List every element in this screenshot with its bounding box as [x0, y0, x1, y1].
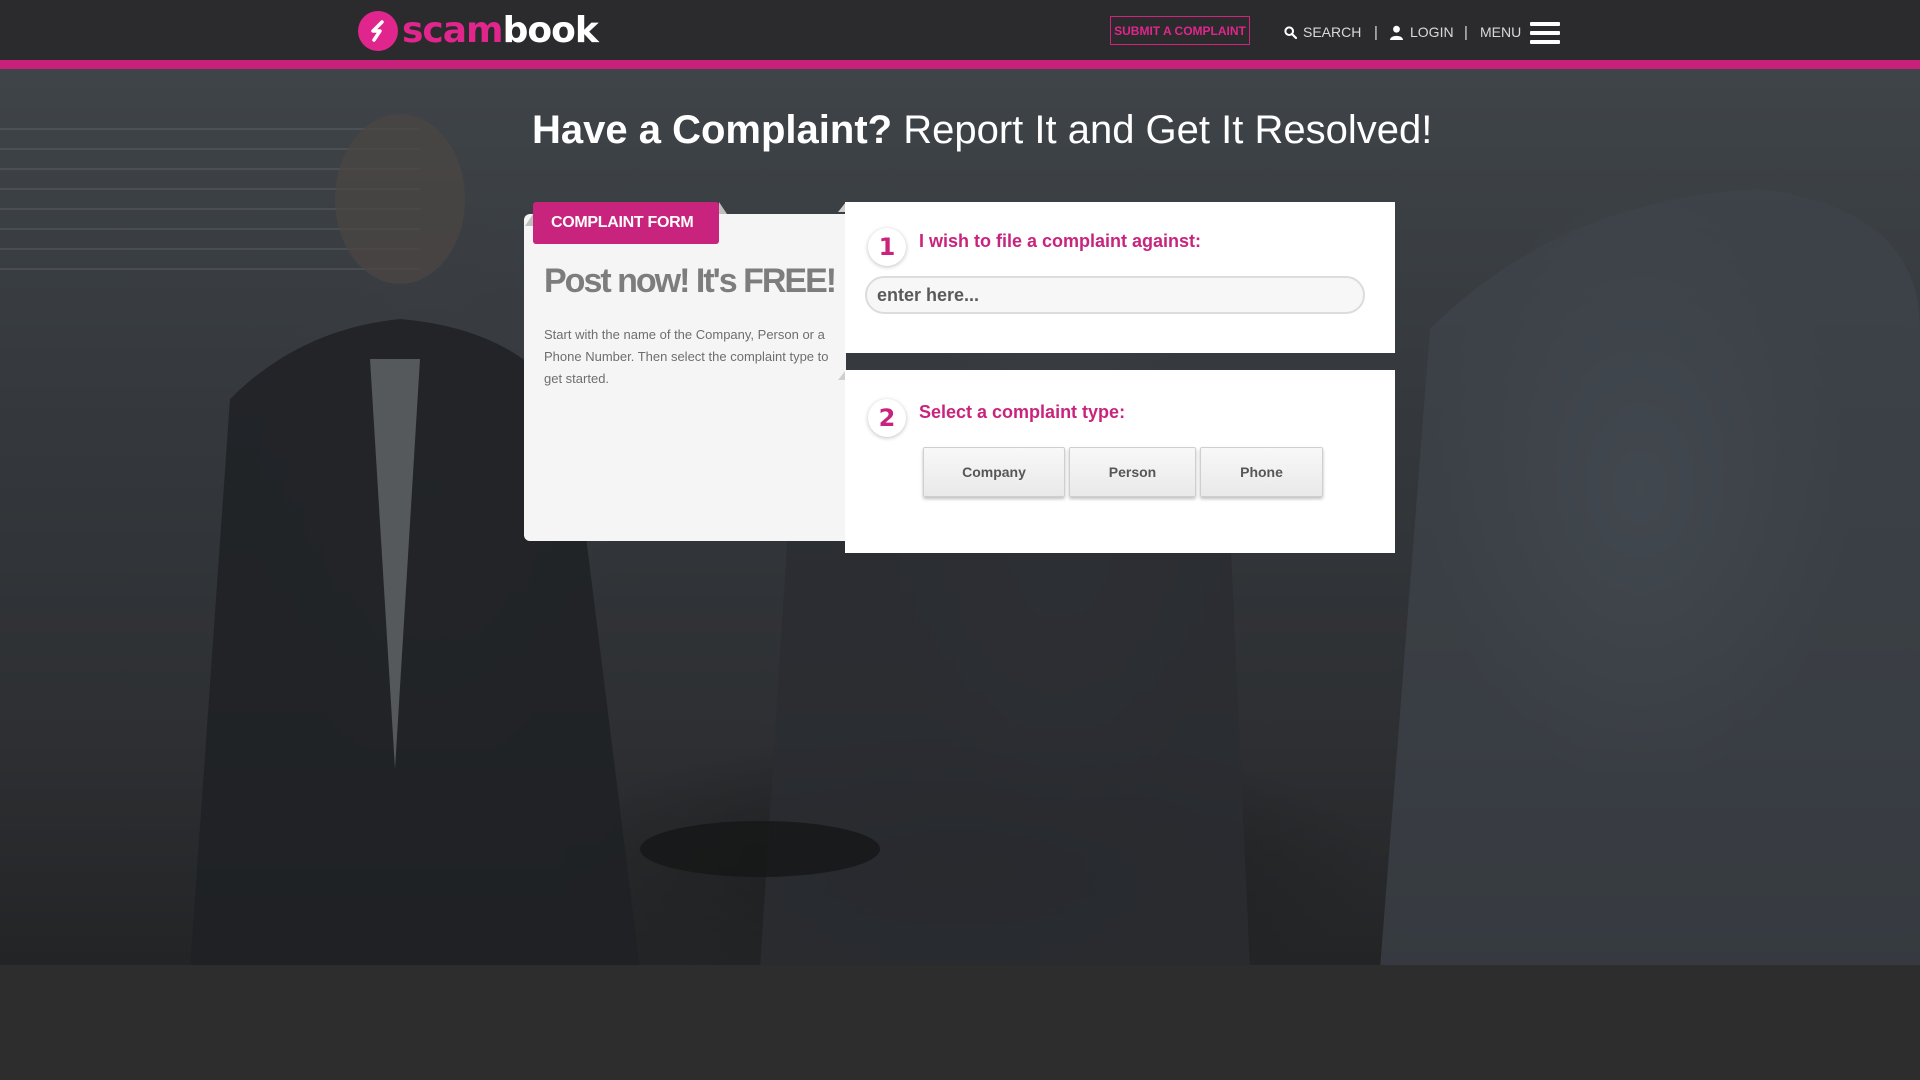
nav-separator: |: [1464, 23, 1468, 41]
step1-number-badge: 1: [868, 228, 906, 266]
step1-label: I wish to file a complaint against:: [919, 231, 1202, 251]
search-link[interactable]: SEARCH: [1284, 18, 1361, 46]
tab-fold-decoration: [719, 202, 727, 214]
headline-bold: Have a Complaint?: [532, 108, 893, 152]
nav-separator: |: [1374, 23, 1378, 41]
logo-wordmark: scambook: [402, 10, 599, 51]
top-navigation-bar: scambook SUBMIT A COMPLAINT SEARCH | LOG…: [0, 0, 1920, 60]
page-footer: [0, 965, 1920, 1080]
header-accent-stripe: [0, 60, 1920, 69]
step2-number-badge: 2: [868, 399, 906, 437]
intro-description: Start with the name of the Company, Pers…: [544, 327, 829, 386]
hamburger-icon[interactable]: [1530, 22, 1560, 44]
step2-label: Select a complaint type:: [919, 402, 1126, 422]
complaint-type-person-button[interactable]: Person: [1069, 447, 1196, 497]
menu-label: MENU: [1480, 24, 1522, 40]
submit-complaint-button[interactable]: SUBMIT A COMPLAINT: [1110, 16, 1250, 45]
headline-light: Report It and Get It Resolved!: [892, 108, 1433, 152]
login-label: LOGIN: [1410, 24, 1454, 40]
tab-fold-decoration: [525, 214, 533, 226]
post-now-title: Post now! It's FREE!: [544, 262, 837, 300]
search-icon: [1284, 25, 1297, 39]
logo-text-scam: scam: [402, 10, 504, 51]
logo-mark-icon: [358, 11, 398, 51]
page-headline: Have a Complaint? Report It and Get It R…: [532, 104, 1432, 156]
complaint-target-input[interactable]: [865, 276, 1365, 314]
complaint-type-company-button[interactable]: Company: [923, 447, 1065, 497]
login-link[interactable]: LOGIN: [1389, 18, 1454, 46]
scambook-logo[interactable]: scambook: [358, 10, 599, 52]
logo-text-book: book: [502, 10, 599, 51]
complaint-type-phone-button[interactable]: Phone: [1200, 447, 1323, 497]
menu-link[interactable]: MENU: [1480, 18, 1521, 46]
search-label: SEARCH: [1303, 24, 1362, 40]
user-icon: [1390, 25, 1403, 40]
complaint-form-tab: COMPLAINT FORM: [533, 202, 719, 244]
